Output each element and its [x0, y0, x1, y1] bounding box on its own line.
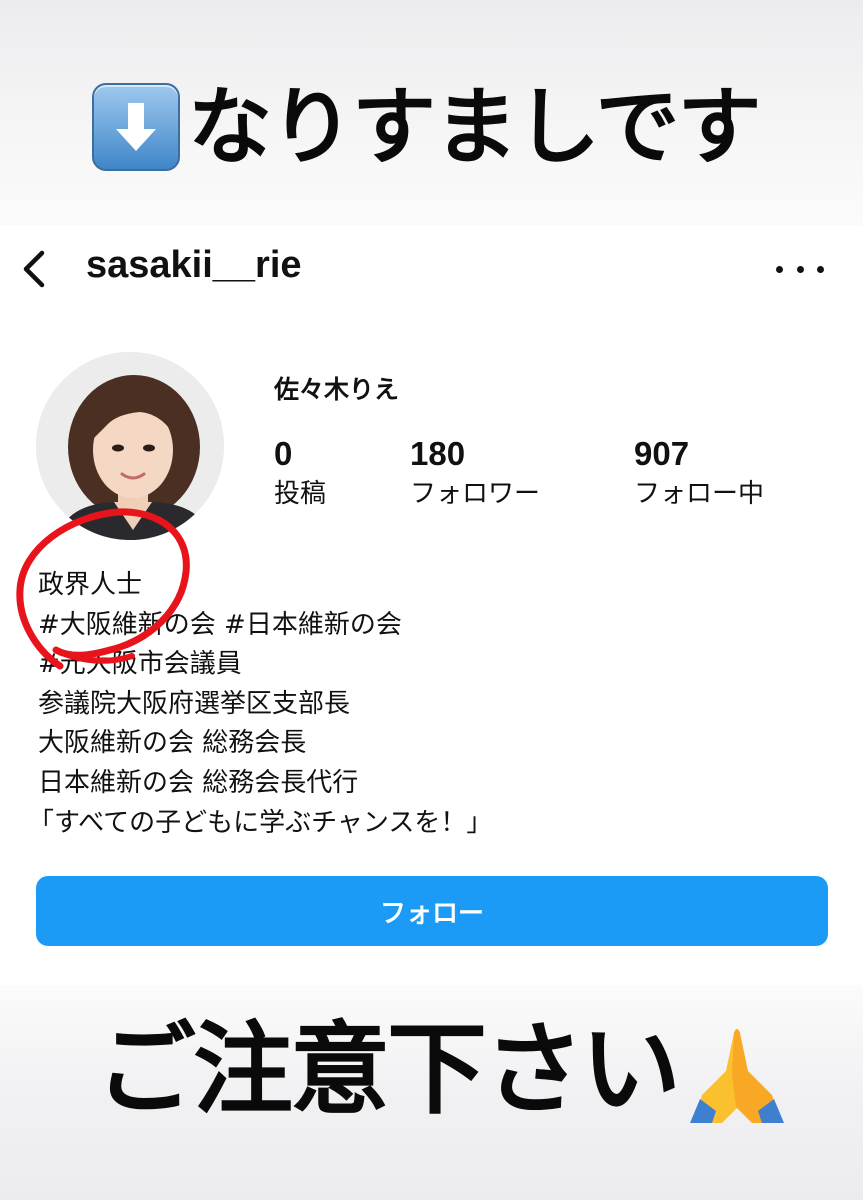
- stat-posts[interactable]: 0 投稿: [274, 436, 326, 510]
- down-arrow-icon: [92, 83, 180, 171]
- stat-followers-label: フォロワー: [410, 479, 541, 509]
- profile-nav-bar: sasakii__rie: [0, 232, 863, 304]
- back-chevron-icon[interactable]: [18, 250, 52, 288]
- warning-banner: なりすましです: [92, 72, 761, 182]
- warning-text: なりすましです: [188, 78, 761, 176]
- stat-following[interactable]: 907 フォロー中: [634, 436, 764, 510]
- bio-line-category: 政界人士: [38, 570, 143, 600]
- stat-following-label: フォロー中: [634, 479, 765, 509]
- bio-line-role-3: 日本維新の会 総務会長代行: [38, 767, 359, 798]
- profile-display-name: 佐々木りえ: [274, 375, 400, 404]
- more-options-icon[interactable]: [776, 262, 824, 276]
- stat-posts-count: 0: [274, 435, 293, 472]
- folded-hands-icon: [690, 1029, 784, 1123]
- bio-line-hashtags[interactable]: #大阪維新の会 #日本維新の会: [28, 606, 828, 646]
- bio-line-role-2: 大阪維新の会 総務会長: [38, 728, 307, 759]
- profile-avatar[interactable]: [36, 352, 224, 540]
- follow-button-label: フォロー: [379, 897, 484, 928]
- profile-bio: 政界人士 #大阪維新の会 #日本維新の会 #元大阪市会議員 参議院大阪府選挙区支…: [28, 566, 828, 843]
- bio-line-hashtag-former[interactable]: #元大阪市会議員: [28, 645, 828, 685]
- stat-following-count: 907: [634, 435, 690, 472]
- stat-followers-count: 180: [410, 435, 466, 472]
- caution-text: ご注意下さい: [96, 1011, 681, 1128]
- stat-followers[interactable]: 180 フォロワー: [410, 436, 540, 510]
- bio-line-role-1: 参議院大阪府選挙区支部長: [38, 688, 351, 719]
- stat-posts-label: 投稿: [274, 479, 327, 509]
- bio-line-slogan: 「すべての子どもに学ぶチャンスを！」: [28, 807, 493, 838]
- follow-button[interactable]: フォロー: [36, 876, 828, 946]
- profile-username: sasakii__rie: [86, 244, 302, 286]
- caution-banner: ご注意下さい: [96, 1010, 792, 1130]
